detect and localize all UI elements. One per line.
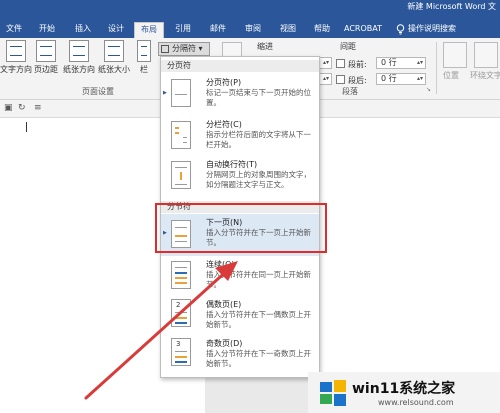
watermark-title: win11系统之家 — [352, 381, 456, 397]
watermark-url: www.relsound.com — [378, 398, 454, 407]
windows-logo-icon — [320, 380, 346, 406]
site-watermark: win11系统之家 www.relsound.com — [308, 372, 500, 413]
annotation-arrow-icon — [84, 261, 238, 400]
